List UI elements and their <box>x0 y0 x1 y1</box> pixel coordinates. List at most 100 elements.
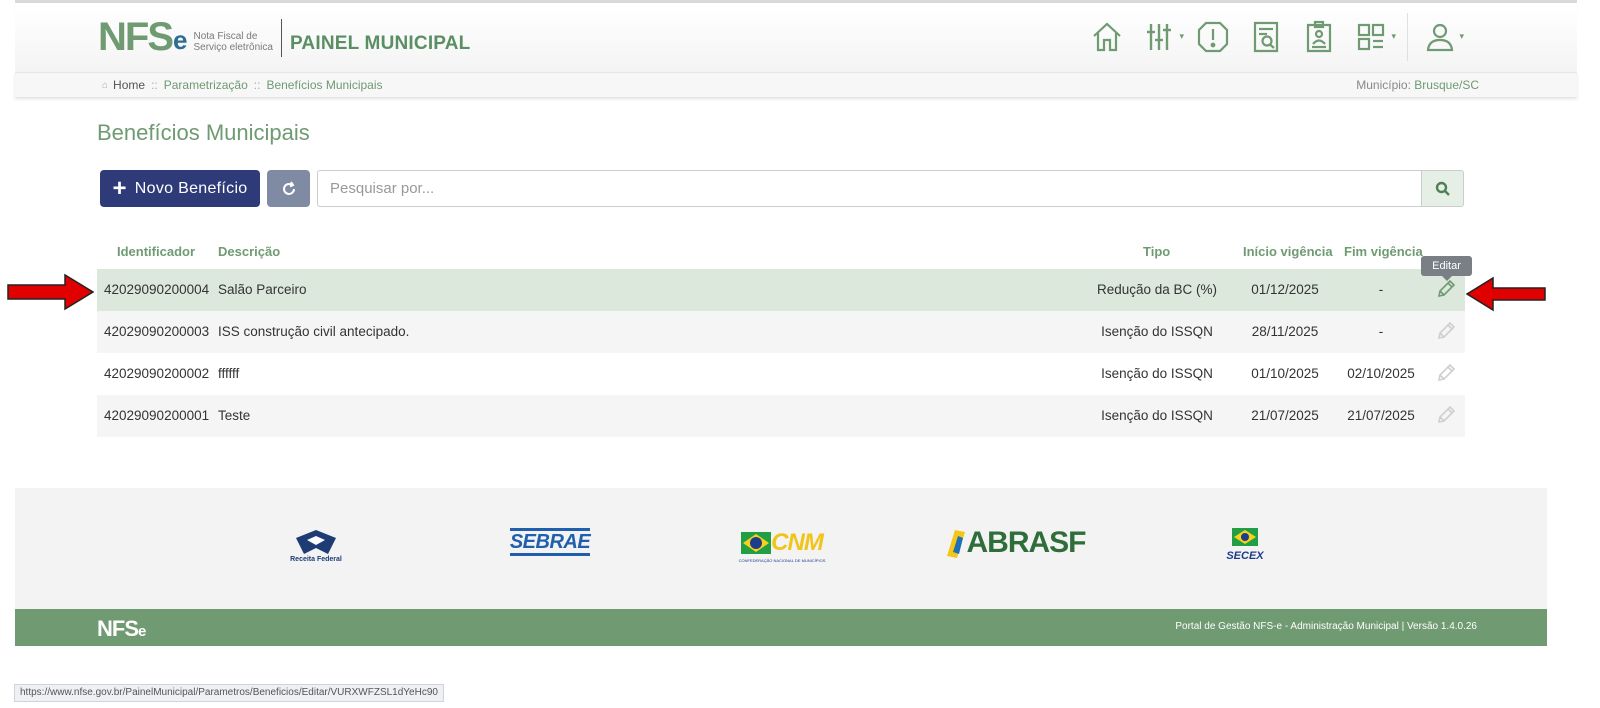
municipio-label: Município: <box>1356 78 1411 92</box>
breadcrumb-separator: :: <box>151 78 158 92</box>
edit-pencil-icon[interactable] <box>1435 362 1459 386</box>
logo-e-text: e <box>173 25 188 55</box>
sebrae-text: SEBRAE <box>509 528 591 556</box>
browser-status-url: https://www.nfse.gov.br/PainelMunicipal/… <box>14 684 444 702</box>
secex-logo[interactable]: SECEX <box>1215 528 1275 562</box>
cell-tipo: Redução da BC (%) <box>1096 282 1218 297</box>
col-descricao[interactable]: Descrição <box>218 244 280 259</box>
receita-federal-emblem-icon <box>296 530 336 554</box>
cell-tipo: Isenção do ISSQN <box>1101 408 1213 423</box>
edit-pencil-icon[interactable] <box>1435 404 1459 428</box>
home-icon[interactable] <box>1087 17 1127 57</box>
cell-identificador: 42029090200004 <box>104 282 210 297</box>
breadcrumb-parametrizacao[interactable]: Parametrização <box>164 78 248 92</box>
edit-pencil-icon[interactable] <box>1435 320 1459 344</box>
cell-descricao: ffffff <box>218 366 240 381</box>
breadcrumb-home[interactable]: Home <box>113 78 145 92</box>
footer: NFSe Portal de Gestão NFS-e - Administra… <box>15 609 1547 646</box>
settings-sliders-icon[interactable]: ▾ <box>1140 17 1184 57</box>
page-title: Benefícios Municipais <box>97 120 310 145</box>
table-header: Identificador Descrição Tipo Início vigê… <box>97 244 1465 262</box>
col-identificador[interactable]: Identificador <box>117 244 195 259</box>
sebrae-logo[interactable]: SEBRAE <box>509 528 591 556</box>
search-icon <box>1435 181 1450 196</box>
refresh-button[interactable] <box>267 170 310 207</box>
cell-fim-vigencia: 02/10/2025 <box>1347 366 1415 381</box>
logo-divider <box>280 19 282 57</box>
cell-fim-vigencia: - <box>1378 282 1384 297</box>
col-inicio-vigencia[interactable]: Início vigência <box>1243 244 1333 259</box>
chevron-down-icon: ▾ <box>1179 31 1184 41</box>
table-row[interactable]: 42029090200002 ffffff Isenção do ISSQN 0… <box>97 353 1465 395</box>
cell-descricao: ISS construção civil antecipado. <box>218 324 410 339</box>
table-row[interactable]: 42029090200004 Salão Parceiro Redução da… <box>97 269 1465 311</box>
table-row[interactable]: 42029090200003 ISS construção civil ante… <box>97 311 1465 353</box>
receita-federal-text: Receita Federal <box>290 556 342 563</box>
municipio-value[interactable]: Brusque/SC <box>1414 78 1479 92</box>
cell-fim-vigencia: 21/07/2025 <box>1347 408 1415 423</box>
footer-logo-text: NFS <box>97 616 139 641</box>
breadcrumb: ⌂ Home :: Parametrização :: Benefícios M… <box>102 78 383 92</box>
new-benefit-label: Novo Benefício <box>134 179 248 197</box>
edit-tooltip: Editar <box>1421 256 1472 281</box>
footer-logo[interactable]: NFSe <box>97 616 146 642</box>
new-benefit-button[interactable]: + Novo Benefício <box>100 170 260 207</box>
nav-divider <box>1407 13 1408 61</box>
cell-descricao: Teste <box>218 408 251 423</box>
apps-grid-icon[interactable]: ▾ <box>1352 17 1396 57</box>
col-fim-vigencia[interactable]: Fim vigência <box>1344 244 1423 259</box>
breadcrumb-bar: ⌂ Home :: Parametrização :: Benefícios M… <box>15 72 1577 97</box>
nfse-logo[interactable]: NFS e Nota Fiscal de Serviço eletrônica … <box>98 17 471 57</box>
receita-federal-logo[interactable]: Receita Federal <box>285 528 347 563</box>
home-small-icon: ⌂ <box>102 79 109 91</box>
cell-identificador: 42029090200002 <box>104 366 210 381</box>
search-input[interactable] <box>317 170 1421 207</box>
breadcrumb-beneficios[interactable]: Benefícios Municipais <box>266 78 382 92</box>
cnm-mark: CNM <box>741 528 824 558</box>
cell-descricao: Salão Parceiro <box>218 282 307 297</box>
alert-icon[interactable] <box>1193 17 1233 57</box>
refresh-icon <box>282 180 295 195</box>
brazil-flag-icon <box>741 532 772 554</box>
logo-subtitle: Nota Fiscal de Serviço eletrônica <box>193 31 273 53</box>
abrasf-emblem-icon <box>946 530 965 558</box>
user-icon[interactable]: ▾ <box>1420 17 1464 57</box>
abrasf-mark: ABRASF <box>943 526 1087 560</box>
plus-icon: + <box>112 174 127 202</box>
top-header: NFS e Nota Fiscal de Serviço eletrônica … <box>15 0 1577 72</box>
abrasf-text: ABRASF <box>966 526 1087 559</box>
cell-tipo: Isenção do ISSQN <box>1101 324 1213 339</box>
cnm-subtitle: CONFEDERAÇÃO NACIONAL DE MUNICÍPIOS <box>738 558 826 563</box>
cell-identificador: 42029090200003 <box>104 324 210 339</box>
cell-inicio-vigencia: 01/12/2025 <box>1251 282 1319 297</box>
chevron-down-icon: ▾ <box>1459 31 1464 41</box>
cell-fim-vigencia: - <box>1378 324 1384 339</box>
cell-inicio-vigencia: 01/10/2025 <box>1251 366 1319 381</box>
annotation-arrow-left-icon <box>1466 276 1546 312</box>
cnm-logo[interactable]: CNM CONFEDERAÇÃO NACIONAL DE MUNICÍPIOS <box>735 528 829 563</box>
partners-bar: Receita Federal SEBRAE CNM CONFEDERAÇÃO … <box>15 488 1547 609</box>
cell-identificador: 42029090200001 <box>104 408 210 423</box>
clipboard-icon[interactable] <box>1299 17 1339 57</box>
cnm-text: CNM <box>771 529 824 556</box>
footer-version-text: Portal de Gestão NFS-e - Administração M… <box>1175 621 1477 632</box>
cell-inicio-vigencia: 28/11/2025 <box>1251 324 1319 339</box>
chevron-down-icon: ▾ <box>1391 31 1396 41</box>
logo-nfs-text: NFS <box>98 15 174 59</box>
report-search-icon[interactable] <box>1246 17 1286 57</box>
top-nav: ▾ ▾ ▾ <box>1087 13 1473 61</box>
annotation-arrow-right-icon <box>7 273 95 311</box>
table-row[interactable]: 42029090200001 Teste Isenção do ISSQN 21… <box>97 395 1465 437</box>
footer-logo-e: e <box>138 623 146 640</box>
cell-tipo: Isenção do ISSQN <box>1101 366 1213 381</box>
abrasf-logo[interactable]: ABRASF <box>940 526 1088 560</box>
col-tipo[interactable]: Tipo <box>1143 244 1170 259</box>
cell-inicio-vigencia: 21/07/2025 <box>1251 408 1319 423</box>
municipio-info: Município: Brusque/SC <box>1356 78 1479 92</box>
breadcrumb-separator: :: <box>253 78 261 92</box>
search-button[interactable] <box>1421 170 1464 207</box>
secex-flag-icon <box>1232 528 1258 546</box>
secex-text: SECEX <box>1226 550 1264 562</box>
panel-title: PAINEL MUNICIPAL <box>289 33 471 54</box>
edit-pencil-icon[interactable] <box>1435 278 1459 302</box>
